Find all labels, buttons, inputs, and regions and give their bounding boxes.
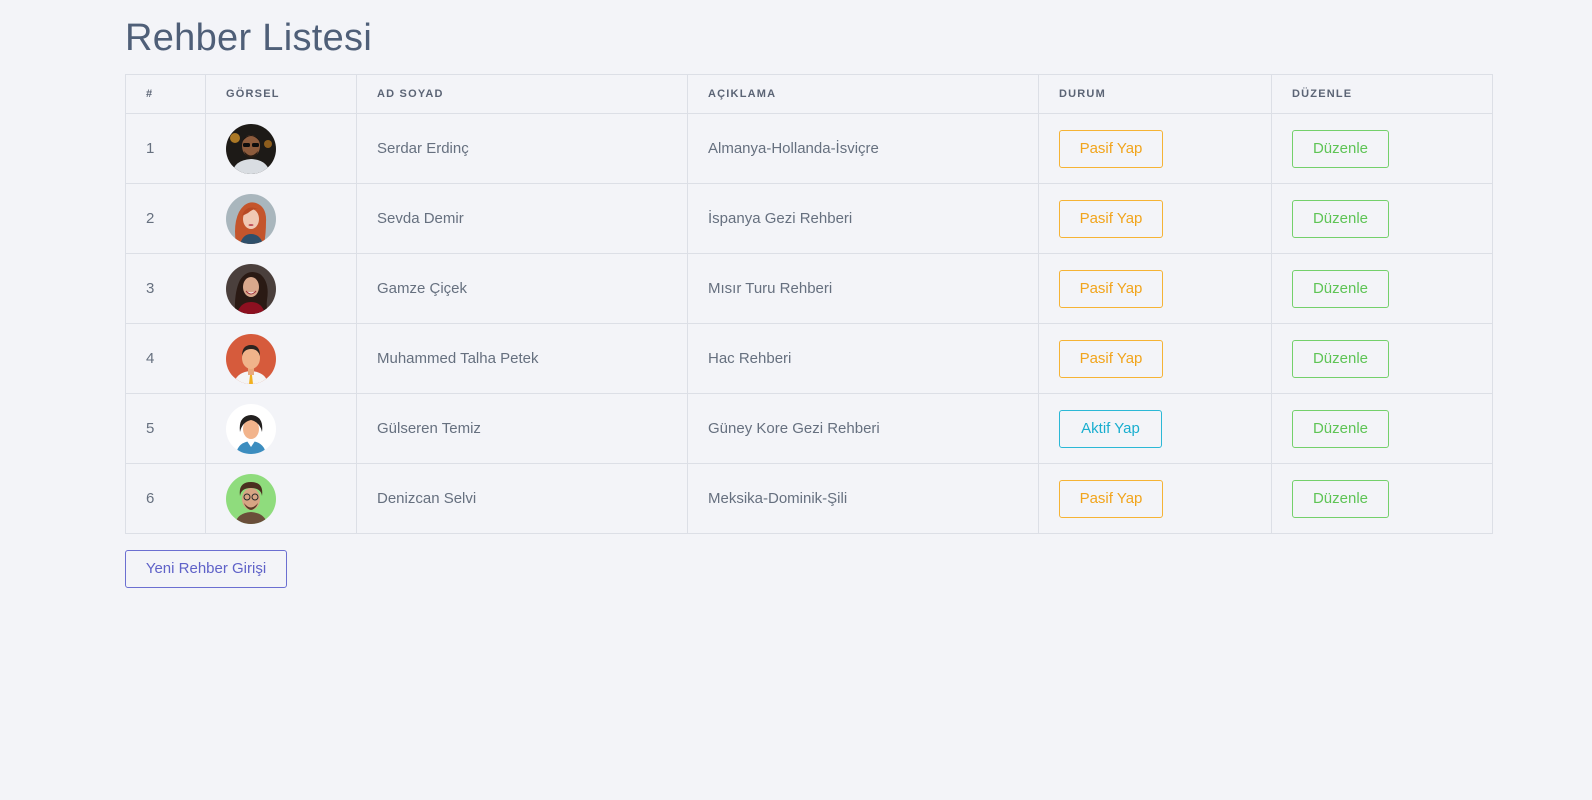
status-cell: Pasif Yap <box>1038 323 1272 394</box>
guide-description: İspanya Gezi Rehberi <box>687 183 1039 254</box>
table-row: 4 Muhammed Talha Petek Hac Rehberi Pasif… <box>125 323 1493 394</box>
edit-cell: Düzenle <box>1271 393 1493 464</box>
woman-red-hair-avatar-icon <box>226 193 276 244</box>
row-number: 2 <box>125 183 206 254</box>
avatar <box>226 193 276 244</box>
status-cell: Pasif Yap <box>1038 113 1272 184</box>
table-row: 3 Gamze Çiçek Mısır Turu Rehberi Pasif Y… <box>125 253 1493 324</box>
edit-button[interactable]: Düzenle <box>1292 129 1389 168</box>
status-cell: Pasif Yap <box>1038 463 1272 534</box>
actions-bar: Yeni Rehber Girişi <box>125 550 1492 588</box>
guide-name: Gamze Çiçek <box>356 253 688 324</box>
guide-name: Gülseren Temiz <box>356 393 688 464</box>
table-row: 5 Gülseren Temiz Güney Kore Gezi Rehberi <box>125 393 1493 464</box>
man-curly-hair-avatar-icon <box>226 473 276 524</box>
header-description: AÇIKLAMA <box>687 74 1039 114</box>
man-sunglasses-avatar-icon <box>226 123 276 174</box>
deactivate-button[interactable]: Pasif Yap <box>1059 339 1163 378</box>
header-edit: DÜZENLE <box>1271 74 1493 114</box>
guide-name: Sevda Demir <box>356 183 688 254</box>
edit-cell: Düzenle <box>1271 113 1493 184</box>
table-row: 6 Denizcan Selvi Meksika-Dominik-Şili Pa… <box>125 463 1493 534</box>
table-row: 1 Serdar Erdinç Almanya-Hollanda-İsviçre… <box>125 113 1493 184</box>
deactivate-button[interactable]: Pasif Yap <box>1059 199 1163 238</box>
guide-description: Güney Kore Gezi Rehberi <box>687 393 1039 464</box>
guide-name: Serdar Erdinç <box>356 113 688 184</box>
edit-cell: Düzenle <box>1271 183 1493 254</box>
avatar <box>226 263 276 314</box>
header-image: GÖRSEL <box>205 74 357 114</box>
guide-description: Almanya-Hollanda-İsviçre <box>687 113 1039 184</box>
activate-button[interactable]: Aktif Yap <box>1059 409 1162 448</box>
avatar <box>226 403 276 454</box>
avatar-cell <box>205 323 357 394</box>
deactivate-button[interactable]: Pasif Yap <box>1059 269 1163 308</box>
row-number: 3 <box>125 253 206 324</box>
header-status: DURUM <box>1038 74 1272 114</box>
edit-cell: Düzenle <box>1271 463 1493 534</box>
edit-button[interactable]: Düzenle <box>1292 479 1389 518</box>
edit-cell: Düzenle <box>1271 253 1493 324</box>
page-container: Rehber Listesi # GÖRSEL AD SOYAD AÇIKLAM… <box>125 0 1493 588</box>
guide-name: Denizcan Selvi <box>356 463 688 534</box>
row-number: 5 <box>125 393 206 464</box>
avatar <box>226 123 276 174</box>
guide-description: Mısır Turu Rehberi <box>687 253 1039 324</box>
status-cell: Pasif Yap <box>1038 183 1272 254</box>
man-illustration-avatar-icon <box>226 333 276 384</box>
avatar-cell <box>205 393 357 464</box>
status-cell: Pasif Yap <box>1038 253 1272 324</box>
page-title: Rehber Listesi <box>125 17 373 59</box>
avatar-cell <box>205 183 357 254</box>
header-number: # <box>125 74 206 114</box>
new-guide-button[interactable]: Yeni Rehber Girişi <box>125 550 287 588</box>
avatar-cell <box>205 463 357 534</box>
edit-button[interactable]: Düzenle <box>1292 269 1389 308</box>
avatar-cell <box>205 113 357 184</box>
status-cell: Aktif Yap <box>1038 393 1272 464</box>
row-number: 4 <box>125 323 206 394</box>
deactivate-button[interactable]: Pasif Yap <box>1059 479 1163 518</box>
row-number: 6 <box>125 463 206 534</box>
edit-button[interactable]: Düzenle <box>1292 199 1389 238</box>
woman-illustration-avatar-icon <box>226 403 276 454</box>
table-row: 2 Sevda Demir İspanya Gezi Rehberi Pasif… <box>125 183 1493 254</box>
row-number: 1 <box>125 113 206 184</box>
avatar-cell <box>205 253 357 324</box>
edit-cell: Düzenle <box>1271 323 1493 394</box>
header-name: AD SOYAD <box>356 74 688 114</box>
avatar <box>226 333 276 384</box>
guide-name: Muhammed Talha Petek <box>356 323 688 394</box>
guide-description: Meksika-Dominik-Şili <box>687 463 1039 534</box>
deactivate-button[interactable]: Pasif Yap <box>1059 129 1163 168</box>
woman-smiling-avatar-icon <box>226 263 276 314</box>
guide-description: Hac Rehberi <box>687 323 1039 394</box>
edit-button[interactable]: Düzenle <box>1292 409 1389 448</box>
table-header-row: # GÖRSEL AD SOYAD AÇIKLAMA DURUM DÜZENLE <box>125 74 1493 114</box>
avatar <box>226 473 276 524</box>
guides-table: # GÖRSEL AD SOYAD AÇIKLAMA DURUM DÜZENLE… <box>125 74 1493 534</box>
edit-button[interactable]: Düzenle <box>1292 339 1389 378</box>
